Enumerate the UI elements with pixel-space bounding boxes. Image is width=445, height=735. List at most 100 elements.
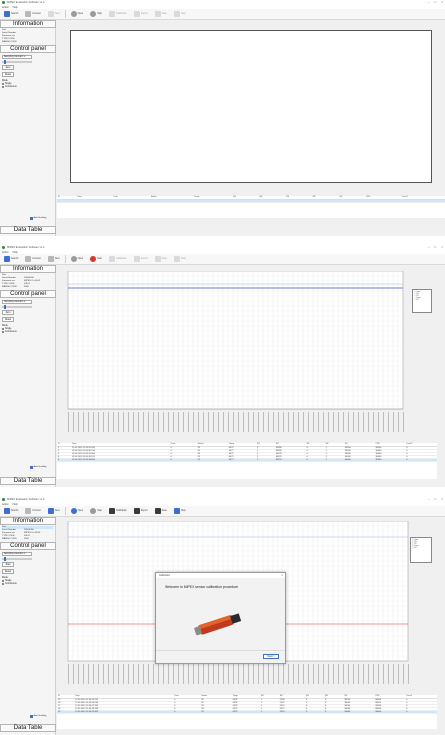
stop-button[interactable]: Stop (88, 10, 104, 18)
open-button[interactable]: Open (69, 507, 86, 515)
table-row[interactable]: 19 12.05.2019 11:30:59.304 0 99 0979 1 5210 0 0 3… (57, 710, 437, 714)
next-button[interactable]: Next > (263, 654, 279, 659)
autoscroll-checkbox[interactable]: Auto Scrolling (30, 715, 46, 718)
x-tick-mark (83, 664, 84, 684)
x-tick-mark (203, 664, 204, 684)
checkbox-icon (30, 217, 33, 220)
help-button[interactable]: Help (172, 507, 188, 515)
sampling-slider[interactable] (2, 557, 32, 561)
x-tick-mark (348, 664, 349, 684)
x-tick-mark (228, 664, 229, 684)
x-tick-mark (283, 412, 284, 432)
data-table: N Time Conc Status Temp SS SR SS SR SU CRC Conc2 11… (57, 443, 437, 479)
search-button[interactable]: Search (2, 10, 20, 18)
legend-item[interactable]: — SU (414, 299, 430, 301)
autoscroll-checkbox[interactable]: Auto Scrolling (30, 217, 46, 220)
calibration-button[interactable]: Calibration (107, 10, 129, 18)
x-tick-mark (328, 664, 329, 684)
x-tick-mark (218, 664, 219, 684)
x-tick-mark (333, 664, 334, 684)
dialog-message: Welcome to MIPEX sensor calibration proc… (165, 585, 239, 589)
x-tick-mark (338, 664, 339, 684)
x-tick-mark (103, 664, 104, 684)
help-button[interactable]: Help (172, 255, 188, 263)
save-button[interactable]: Save (153, 10, 169, 18)
table-grid: N Time Conc Status Temp SS SR SS SR SU CRC Conc2 11… (57, 443, 437, 462)
calibration-button[interactable]: Calibration (107, 507, 129, 515)
next-icon (47, 508, 54, 514)
mode-continuous-radio[interactable]: Continuous (2, 331, 53, 333)
calibration-icon (108, 11, 115, 17)
calibration-icon (108, 256, 115, 262)
export-button[interactable]: Export (132, 507, 150, 515)
window-controls[interactable]: – □ × (428, 497, 443, 501)
zero-button[interactable]: Zero (2, 310, 14, 315)
reset-button[interactable]: Reset (2, 569, 14, 574)
legend-item[interactable]: ▢ SU (412, 547, 430, 549)
sampling-interval-combo[interactable]: Sampling interval 1 s (2, 55, 32, 59)
radio-dot (2, 86, 4, 88)
close-icon[interactable]: × (281, 573, 283, 577)
window-controls[interactable]: – □ × (428, 245, 443, 249)
sampling-interval-combo[interactable]: Sampling interval 1 s (2, 552, 32, 556)
window-controls[interactable]: – □ × (428, 0, 443, 4)
x-tick-mark (143, 664, 144, 684)
start-button[interactable]: Start (2, 562, 14, 567)
connect-button[interactable]: Connect (23, 255, 43, 263)
x-tick-mark (203, 412, 204, 432)
search-button[interactable]: Search (2, 255, 20, 263)
reset-button[interactable]: Reset (2, 317, 14, 322)
open-button[interactable]: Open (69, 10, 86, 18)
calibration-button[interactable]: Calibration (107, 255, 129, 263)
table-row[interactable]: 5 12.05.2019 11:26:33.094 0 99 0977 1 40276 0 1 3… (57, 458, 437, 462)
help-button[interactable]: Help (172, 10, 188, 18)
sampling-slider[interactable] (2, 305, 32, 309)
slider-thumb[interactable] (4, 557, 6, 561)
slider-thumb[interactable] (4, 60, 6, 64)
x-tick-mark (408, 664, 409, 684)
mode-continuous-radio[interactable]: Continuous (2, 86, 53, 88)
zero-button[interactable]: Zero (2, 65, 14, 70)
save-button[interactable]: Save (153, 255, 169, 263)
table-cell: 0 (305, 458, 325, 462)
export-button[interactable]: Export (132, 10, 150, 18)
search-button[interactable]: Search (2, 507, 20, 515)
reset-button[interactable]: Reset (2, 72, 14, 77)
x-tick-mark (393, 412, 394, 432)
x-tick-mark (363, 664, 364, 684)
sampling-interval-combo[interactable]: Sampling interval 1 s (2, 300, 32, 304)
checkbox-icon (30, 466, 33, 469)
radio-dot (2, 580, 4, 582)
x-tick-mark (98, 412, 99, 432)
next-button[interactable]: Next (46, 10, 62, 18)
x-tick-mark (263, 664, 264, 684)
stop-button[interactable]: Stop (88, 507, 104, 515)
open-button[interactable]: Open (69, 255, 86, 263)
left-panel: Information Port Serial Number 20000000 F… (0, 265, 56, 487)
export-button[interactable]: Export (132, 255, 150, 263)
x-tick-mark (113, 412, 114, 432)
control-panel: Sampling interval 1 s Start Reset Mode S… (0, 550, 55, 586)
autoscroll-checkbox[interactable]: Auto Scrolling (30, 466, 46, 469)
next-button[interactable]: Next (46, 507, 62, 515)
sampling-slider[interactable] (2, 60, 32, 64)
mode-single-radio[interactable]: Single (2, 580, 53, 582)
x-tick-mark (158, 412, 159, 432)
table-cell: 0 (305, 710, 324, 714)
mode-continuous-radio[interactable]: Continuous (2, 583, 53, 585)
stop-button[interactable]: Stop (88, 255, 104, 263)
stop-icon (90, 256, 97, 262)
control-panel: Sampling interval 1 s Zero Reset Mode Si… (0, 298, 55, 334)
info-list: Port Serial Number 20000000 Firmware rev.… (0, 525, 55, 542)
connect-button[interactable]: Connect (23, 10, 43, 18)
next-button[interactable]: Next (46, 255, 62, 263)
table-cell: 0 (173, 710, 201, 714)
save-button[interactable]: Save (153, 507, 169, 515)
slider-thumb[interactable] (4, 305, 6, 309)
connect-button[interactable]: Connect (23, 507, 43, 515)
mode-single-radio[interactable]: Single (2, 328, 53, 330)
plug-icon (25, 11, 32, 17)
mode-single-radio[interactable]: Single (2, 83, 53, 85)
x-tick-mark (133, 412, 134, 432)
table-row[interactable] (57, 199, 445, 203)
